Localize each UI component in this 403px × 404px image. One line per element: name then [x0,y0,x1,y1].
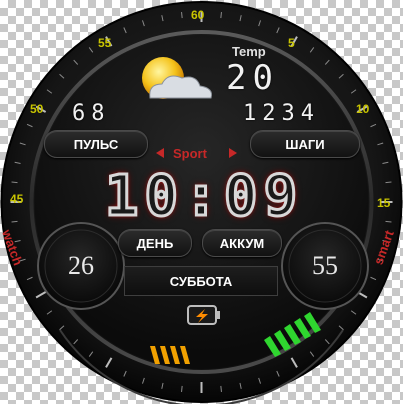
bezel-number-55: 55 [98,36,112,50]
day-button[interactable]: ДЕНЬ [118,229,192,257]
weekday-display: СУББОТА [124,266,278,296]
mode-label[interactable]: Sport [173,146,207,161]
pulse-button[interactable]: ПУЛЬС [44,130,148,158]
battery-button[interactable]: АККУМ [202,229,282,257]
bezel-number-5: 5 [288,36,295,50]
bezel-tick [385,181,392,184]
bezel-number-45: 45 [10,192,24,206]
bezel-tick [11,181,18,184]
bezel-tick [220,385,222,393]
bezel-tick [181,385,183,393]
mode-prev-icon[interactable] [156,148,164,158]
bezel-tick [385,220,392,223]
steps-button[interactable]: ШАГИ [250,130,360,158]
pulse-value: 68 [72,101,111,126]
bezel-tick [11,220,18,223]
time-display: 10:09 [103,163,304,231]
temp-label: Temp [232,44,266,59]
bezel-number-50: 50 [30,102,44,116]
temp-value: 20 [226,58,279,98]
bezel-number-15: 15 [377,196,391,210]
bezel-number-60: 60 [191,8,205,22]
bezel-tick [181,11,183,19]
mode-next-icon[interactable] [229,148,237,158]
battery-charging-icon [187,305,220,325]
left-subdial-value: 26 [68,251,94,280]
steps-value: 1234 [243,101,320,126]
bezel-tick [220,11,222,19]
right-subdial-value: 55 [312,251,338,280]
bezel-number-10: 10 [356,102,370,116]
